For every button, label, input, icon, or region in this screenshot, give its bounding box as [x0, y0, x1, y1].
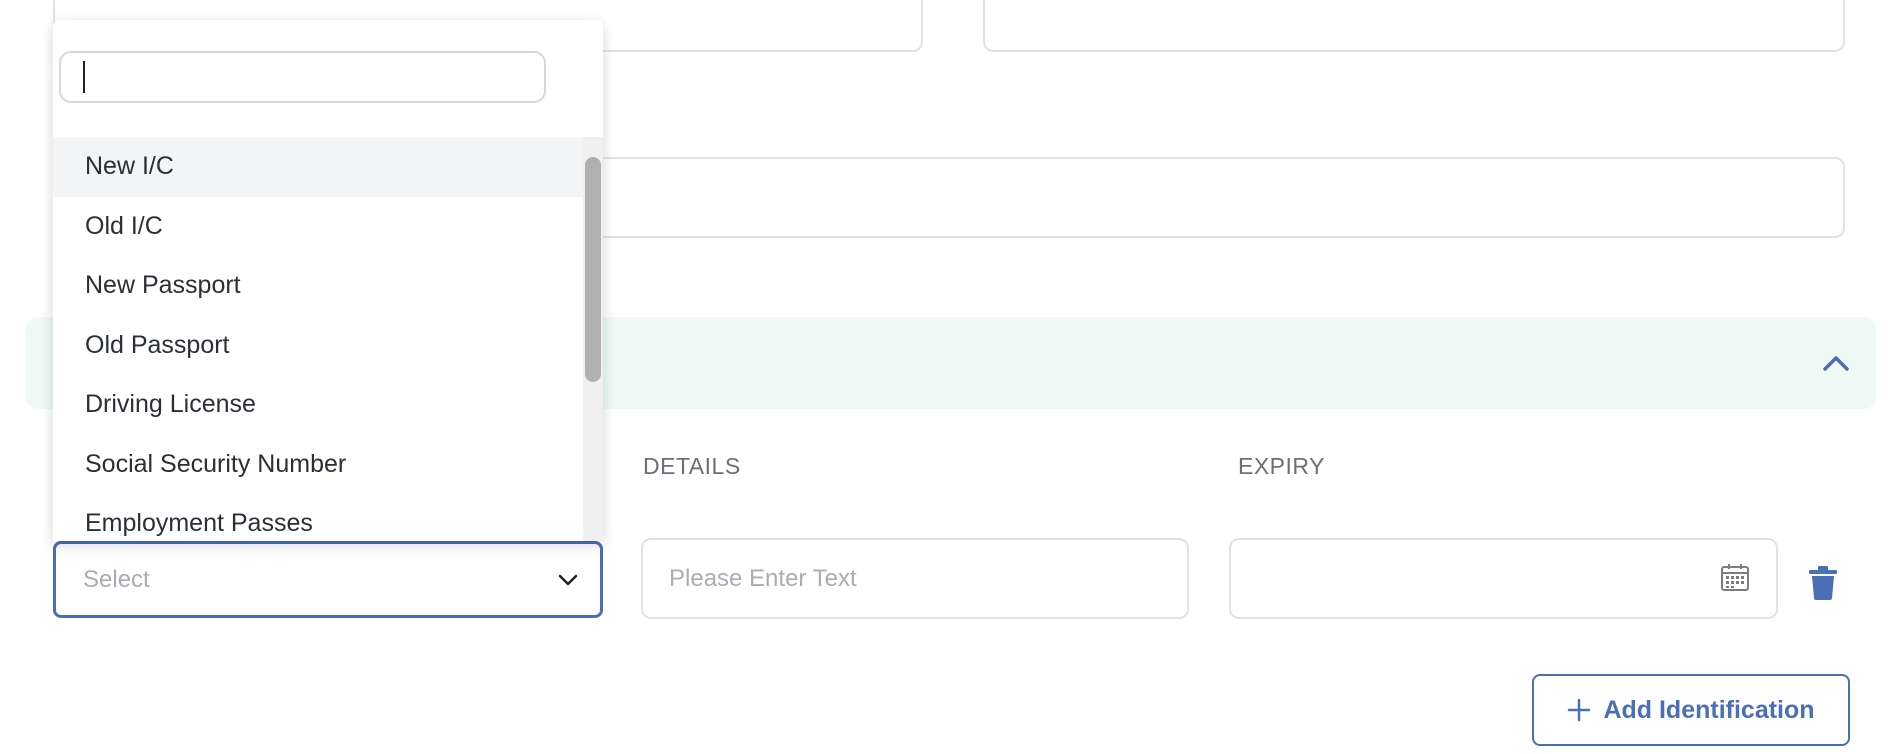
dropdown-option-driving-license[interactable]: Driving License — [53, 375, 583, 435]
details-column-header: DETAILS — [643, 453, 741, 479]
add-identification-button[interactable]: Add Identification — [1532, 674, 1850, 746]
trash-icon[interactable] — [1808, 566, 1838, 600]
details-field[interactable] — [641, 538, 1189, 619]
dropdown-option-old-passport[interactable]: Old Passport — [53, 316, 583, 376]
dropdown-scrollbar[interactable] — [583, 137, 603, 541]
collapse-section-button[interactable] — [1820, 347, 1852, 379]
dropdown-option-social-security-number[interactable]: Social Security Number — [53, 435, 583, 495]
select-placeholder: Select — [83, 565, 150, 593]
dropdown-option-new-passport[interactable]: New Passport — [53, 256, 583, 316]
plus-icon — [1568, 698, 1591, 722]
expiry-column-header: EXPIRY — [1238, 453, 1325, 479]
dropdown-scrollbar-thumb[interactable] — [585, 157, 601, 382]
dropdown-option-old-ic[interactable]: Old I/C — [53, 197, 583, 257]
dropdown-option-employment-passes[interactable]: Employment Passes — [53, 494, 583, 541]
chevron-down-icon — [558, 574, 578, 585]
details-input[interactable] — [643, 564, 1187, 593]
dropdown-options-list: New I/C Old I/C New Passport Old Passpor… — [53, 137, 583, 541]
top-right-input-field[interactable] — [983, 0, 1845, 52]
identification-type-select[interactable]: Select — [53, 541, 603, 618]
dropdown-search-input[interactable] — [59, 51, 546, 103]
dropdown-option-new-ic[interactable]: New I/C — [53, 137, 583, 197]
expiry-input[interactable] — [1231, 564, 1776, 593]
calendar-icon[interactable] — [1720, 562, 1750, 592]
text-cursor — [83, 61, 85, 93]
identification-type-dropdown: New I/C Old I/C New Passport Old Passpor… — [53, 20, 603, 541]
expiry-field[interactable] — [1229, 538, 1778, 619]
identification-form-page: DETAILS EXPIRY Select Please Enter Text … — [0, 0, 1902, 754]
add-identification-label: Add Identification — [1603, 695, 1815, 724]
chevron-up-icon — [1823, 356, 1849, 371]
